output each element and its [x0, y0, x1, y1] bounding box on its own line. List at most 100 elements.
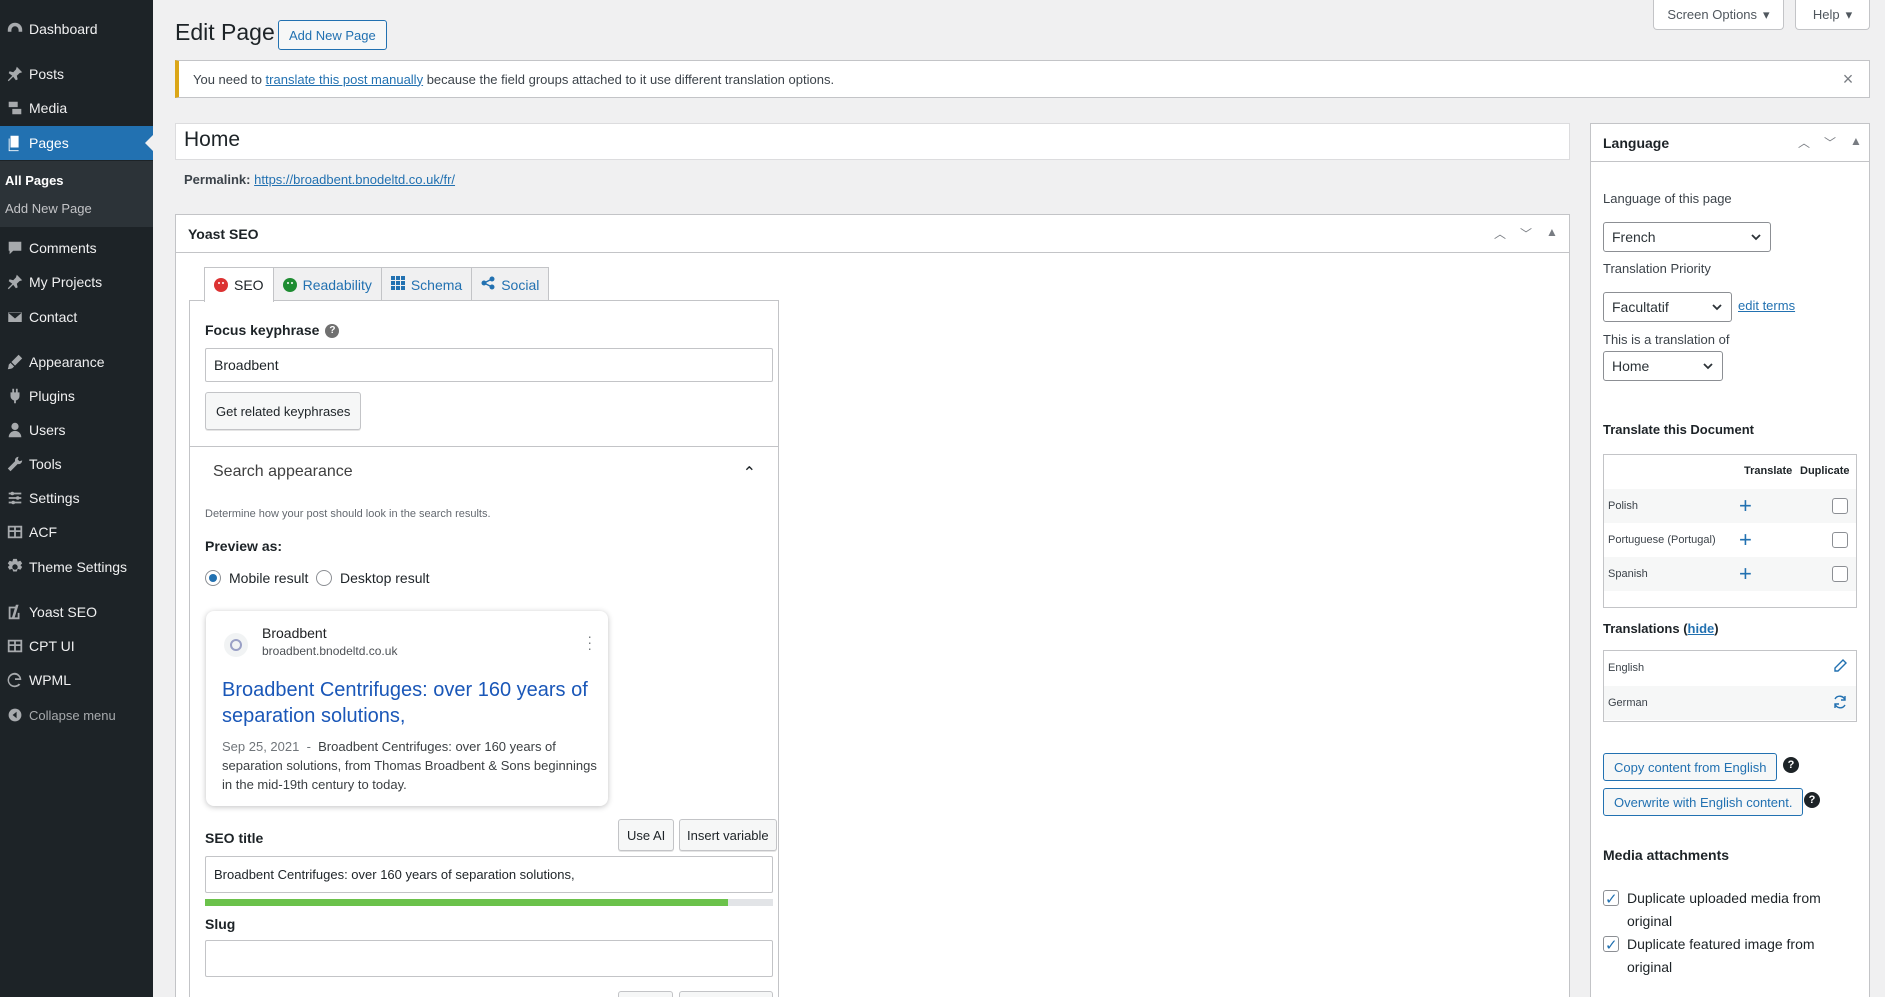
- menu-contact[interactable]: Contact: [0, 300, 153, 334]
- toggle-panel-icon[interactable]: ▲: [1847, 134, 1865, 151]
- get-related-keyphrases-button[interactable]: Get related keyphrases: [205, 392, 362, 430]
- menu-label: Users: [29, 422, 66, 438]
- edit-terms-link[interactable]: edit terms: [1738, 298, 1795, 313]
- use-ai-button-slug[interactable]: [618, 991, 673, 997]
- move-up-icon[interactable]: ︿: [1795, 134, 1813, 151]
- move-up-icon[interactable]: ︿: [1491, 225, 1509, 242]
- menu-cpt-ui[interactable]: CPT UI: [0, 629, 153, 663]
- language-metabox: Language ︿ ﹀ ▲ Language of this page Fre…: [1590, 123, 1870, 997]
- insert-variable-button[interactable]: Insert variable: [679, 819, 777, 851]
- insert-variable-button-slug[interactable]: [679, 991, 773, 997]
- gear-icon: [0, 558, 29, 576]
- wrench-icon: [0, 455, 29, 473]
- yoast-seo-metabox: Yoast SEO ︿ ﹀ ▲ SEO Readability Schema S…: [175, 214, 1570, 997]
- translation-of-select[interactable]: Home: [1603, 351, 1723, 381]
- plus-icon[interactable]: +: [1739, 561, 1752, 587]
- grid-icon: [0, 523, 29, 541]
- serp-date: Sep 25, 2021: [222, 739, 300, 754]
- mobile-result-radio[interactable]: Mobile result: [205, 570, 308, 586]
- close-icon[interactable]: ×: [1839, 70, 1857, 88]
- menu-acf[interactable]: ACF: [0, 515, 153, 549]
- help-icon[interactable]: ?: [1783, 757, 1799, 773]
- wpml-icon: [0, 671, 29, 689]
- submenu-add-new-page[interactable]: Add New Page: [5, 201, 92, 216]
- toggle-panel-icon[interactable]: ▲: [1543, 225, 1561, 242]
- pin-icon: [0, 273, 29, 291]
- chevron-down-icon: [1751, 234, 1761, 241]
- menu-my-projects[interactable]: My Projects: [0, 265, 153, 299]
- move-down-icon[interactable]: ﹀: [1517, 225, 1535, 242]
- screen-options-button[interactable]: Screen Options ▾: [1653, 0, 1784, 30]
- menu-users[interactable]: Users: [0, 413, 153, 447]
- globe-icon: [224, 633, 248, 657]
- tab-schema[interactable]: Schema: [380, 267, 473, 301]
- menu-theme-settings[interactable]: Theme Settings: [0, 550, 153, 584]
- focus-keyphrase-input[interactable]: Broadbent: [205, 348, 773, 382]
- plus-icon[interactable]: +: [1739, 527, 1752, 553]
- menu-comments[interactable]: Comments: [0, 231, 153, 265]
- language-name: Portuguese (Portugal): [1608, 534, 1716, 546]
- menu-media[interactable]: Media: [0, 91, 153, 125]
- menu-appearance[interactable]: Appearance: [0, 345, 153, 379]
- tab-readability[interactable]: Readability: [272, 267, 382, 301]
- preview-as-label: Preview as:: [205, 538, 283, 554]
- tab-label: Social: [501, 276, 540, 293]
- tab-social[interactable]: Social: [471, 267, 550, 301]
- notice-text: You need to: [193, 71, 266, 87]
- desktop-result-radio[interactable]: Desktop result: [316, 570, 429, 586]
- duplicate-checkbox[interactable]: [1832, 566, 1848, 582]
- search-appearance-heading[interactable]: Search appearance: [213, 463, 353, 481]
- copy-content-button[interactable]: Copy content from English: [1603, 753, 1778, 781]
- slug-input[interactable]: [205, 940, 773, 977]
- translate-manually-link[interactable]: translate this post manually: [266, 72, 424, 87]
- menu-wpml[interactable]: WPML: [0, 663, 153, 697]
- menu-label: Comments: [29, 240, 97, 256]
- menu-posts[interactable]: Posts: [0, 57, 153, 91]
- menu-dashboard[interactable]: Dashboard: [0, 12, 153, 46]
- menu-plugins[interactable]: Plugins: [0, 379, 153, 413]
- menu-settings[interactable]: Settings: [0, 481, 153, 515]
- menu-pages[interactable]: Pages: [0, 126, 153, 160]
- collapse-menu-button[interactable]: Collapse menu: [0, 703, 116, 727]
- yoast-tabs: SEO Readability Schema Social: [204, 267, 550, 302]
- translate-document-label: Translate this Document: [1603, 422, 1754, 437]
- menu-label: Yoast SEO: [29, 604, 97, 620]
- tab-seo[interactable]: SEO: [204, 267, 274, 302]
- plus-icon[interactable]: +: [1739, 493, 1752, 519]
- media-attachments-label: Media attachments: [1603, 847, 1730, 863]
- add-new-page-button[interactable]: Add New Page: [278, 20, 387, 50]
- chevron-up-icon[interactable]: ⌃: [743, 463, 756, 483]
- seo-title-input[interactable]: Broadbent Centrifuges: over 160 years of…: [205, 856, 773, 893]
- menu-tools[interactable]: Tools: [0, 447, 153, 481]
- permalink-link[interactable]: https://broadbent.bnodeltd.co.uk/fr/: [254, 172, 455, 187]
- pencil-icon[interactable]: [1832, 658, 1848, 677]
- duplicate-media-checkbox[interactable]: Duplicate uploaded media from original: [1603, 887, 1853, 933]
- menu-label: CPT UI: [29, 638, 75, 654]
- menu-label: Settings: [29, 490, 80, 506]
- post-title-input[interactable]: Home: [175, 123, 1570, 160]
- language-select[interactable]: French: [1603, 222, 1771, 252]
- chevron-down-icon: [1703, 363, 1713, 370]
- menu-label: Contact: [29, 309, 78, 325]
- refresh-icon[interactable]: [1832, 694, 1848, 713]
- menu-label: Appearance: [29, 354, 105, 370]
- menu-yoast-seo[interactable]: Yoast SEO: [0, 595, 153, 629]
- move-down-icon[interactable]: ﹀: [1821, 134, 1839, 151]
- translation-priority-select[interactable]: Facultatif: [1603, 292, 1732, 322]
- duplicate-checkbox[interactable]: [1832, 498, 1848, 514]
- grid-icon: [390, 276, 405, 293]
- radio-label: Mobile result: [229, 570, 309, 586]
- use-ai-button[interactable]: Use AI: [618, 819, 675, 851]
- submenu-all-pages[interactable]: All Pages: [5, 173, 64, 188]
- tab-label: SEO: [234, 277, 264, 293]
- page-title: Edit Page: [175, 19, 275, 45]
- duplicate-checkbox[interactable]: [1832, 532, 1848, 548]
- language-name: German: [1608, 697, 1648, 709]
- hide-translations-link[interactable]: hide: [1688, 621, 1715, 636]
- menu-label: Plugins: [29, 388, 75, 404]
- help-icon[interactable]: ?: [325, 324, 340, 339]
- duplicate-featured-checkbox[interactable]: Duplicate featured image from original: [1603, 933, 1853, 979]
- help-icon[interactable]: ?: [1804, 792, 1820, 808]
- overwrite-content-button[interactable]: Overwrite with English content.: [1603, 788, 1804, 816]
- help-button[interactable]: Help ▾: [1795, 0, 1870, 30]
